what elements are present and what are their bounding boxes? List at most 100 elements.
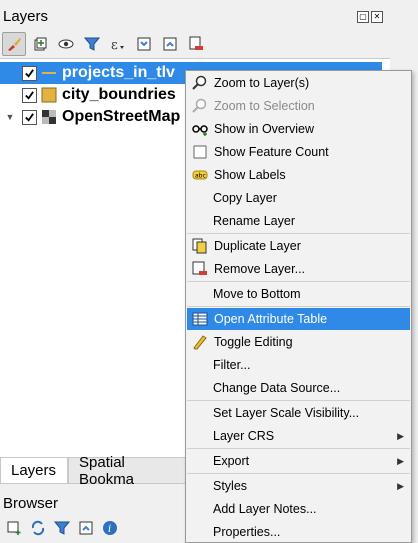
menu-remove-layer[interactable]: Remove Layer... [187,258,410,280]
menu-filter[interactable]: Filter... [187,354,410,376]
menu-label: Export [213,454,250,468]
collapse-all-button[interactable] [158,32,182,56]
menu-export[interactable]: Export ▶ [187,450,410,472]
close-panel-icon[interactable]: ✕ [371,11,383,23]
collapse-all-icon [79,521,93,535]
submenu-arrow-icon: ▶ [397,480,404,491]
menu-separator [187,233,410,234]
menu-label: Show Feature Count [214,145,329,159]
filter-icon [54,521,70,535]
remove-layer-icon [192,261,208,277]
menu-separator [187,306,410,307]
glasses-icon [192,121,208,137]
menu-show-feature-count[interactable]: Show Feature Count [187,141,410,163]
submenu-arrow-icon: ▶ [397,455,404,466]
menu-zoom-to-selection[interactable]: Zoom to Selection [187,95,410,117]
visibility-button[interactable] [54,32,78,56]
layer-name: projects_in_tlv [62,64,175,81]
expander-icon [6,67,18,79]
eye-icon [58,39,74,49]
menu-label: Toggle Editing [214,335,293,349]
menu-label: Zoom to Layer(s) [214,76,310,90]
menu-layer-crs[interactable]: Layer CRS ▶ [187,425,410,447]
add-group-button[interactable] [28,32,52,56]
polygon-layer-icon [41,87,57,103]
menu-styles[interactable]: Styles ▶ [187,475,410,497]
menu-separator [187,400,410,401]
filter-expression-button[interactable]: ε [106,32,130,56]
menu-toggle-editing[interactable]: Toggle Editing [187,331,410,353]
pencil-icon [192,334,208,350]
refresh-button[interactable] [28,518,48,538]
tab-spatial-bookmarks[interactable]: Spatial Bookma [68,454,190,488]
menu-label: Add Layer Notes... [213,502,317,516]
menu-rename-layer[interactable]: Rename Layer [187,210,410,232]
layer-name: OpenStreetMap [62,108,181,125]
filter-legend-button[interactable] [80,32,104,56]
add-group-icon [34,37,47,51]
menu-open-attribute-table[interactable]: Open Attribute Table [187,308,410,330]
menu-label: Zoom to Selection [214,99,315,113]
checkmark-icon [25,90,34,100]
layer-context-menu: Zoom to Layer(s) Zoom to Selection Show … [185,70,412,543]
menu-change-data-source[interactable]: Change Data Source... [187,377,410,399]
menu-label: Filter... [213,358,251,372]
layers-toolbar: ε [2,32,208,56]
layer-visibility-checkbox[interactable] [22,87,37,103]
svg-text:abc: abc [195,173,206,180]
expand-all-button[interactable] [132,32,156,56]
menu-label: Layer CRS [213,429,275,443]
expand-arrow-icon[interactable]: ▼ [4,111,16,123]
browser-filter-button[interactable] [52,518,72,538]
menu-label: Open Attribute Table [214,312,328,326]
menu-label: Set Layer Scale Visibility... [213,406,360,420]
layer-visibility-checkbox[interactable] [22,109,37,125]
menu-separator [187,448,410,449]
menu-duplicate-layer[interactable]: Duplicate Layer [187,235,410,257]
epsilon-filter-icon: ε [111,38,124,52]
zoom-to-selection-icon [192,98,208,114]
float-panel-icon[interactable]: ▢ [357,11,369,23]
zoom-to-layer-icon [192,75,208,91]
info-button[interactable]: i [100,518,120,538]
menu-set-scale-visibility[interactable]: Set Layer Scale Visibility... [187,402,410,424]
layer-visibility-checkbox[interactable] [22,65,37,81]
menu-zoom-to-layer[interactable]: Zoom to Layer(s) [187,72,410,94]
menu-label: Styles [213,479,248,493]
menu-show-labels[interactable]: abc Show Labels [187,164,410,186]
add-layer-icon [7,521,21,535]
collapse-all-button[interactable] [76,518,96,538]
layers-panel-title: Layers [3,8,49,25]
paintbrush-icon [8,38,21,51]
panel-controls: ▢ ✕ [357,11,383,23]
browser-panel-title: Browser [3,495,59,512]
remove-layer-button[interactable] [184,32,208,56]
tab-layers[interactable]: Layers [0,458,68,484]
menu-show-in-overview[interactable]: Show in Overview [187,118,410,140]
browser-toolbar: i [4,518,120,538]
attribute-table-icon [192,311,208,327]
layer-row-openstreetmap[interactable]: ▼ OpenStreetMap [0,106,181,128]
remove-layer-icon [189,36,203,50]
menu-move-to-bottom[interactable]: Move to Bottom [187,283,410,305]
menu-label: Change Data Source... [213,381,341,395]
expand-all-icon [137,37,151,51]
duplicate-layer-icon [192,238,208,254]
labels-icon: abc [192,167,208,183]
menu-label: Properties... [213,525,281,539]
menu-properties[interactable]: Properties... [187,521,410,543]
menu-label: Rename Layer [213,214,295,228]
checkmark-icon [25,68,34,78]
layer-name: city_boundries [62,86,176,103]
style-manager-button[interactable] [2,32,26,56]
menu-copy-layer[interactable]: Copy Layer [187,187,410,209]
menu-separator [187,473,410,474]
menu-add-layer-notes[interactable]: Add Layer Notes... [187,498,410,520]
menu-label: Copy Layer [213,191,277,205]
menu-separator [187,281,410,282]
menu-label: Duplicate Layer [214,239,301,253]
layer-row-city-boundries[interactable]: city_boundries [0,84,176,106]
checkmark-icon [25,112,34,122]
svg-text:i: i [108,524,111,535]
add-layer-button[interactable] [4,518,24,538]
